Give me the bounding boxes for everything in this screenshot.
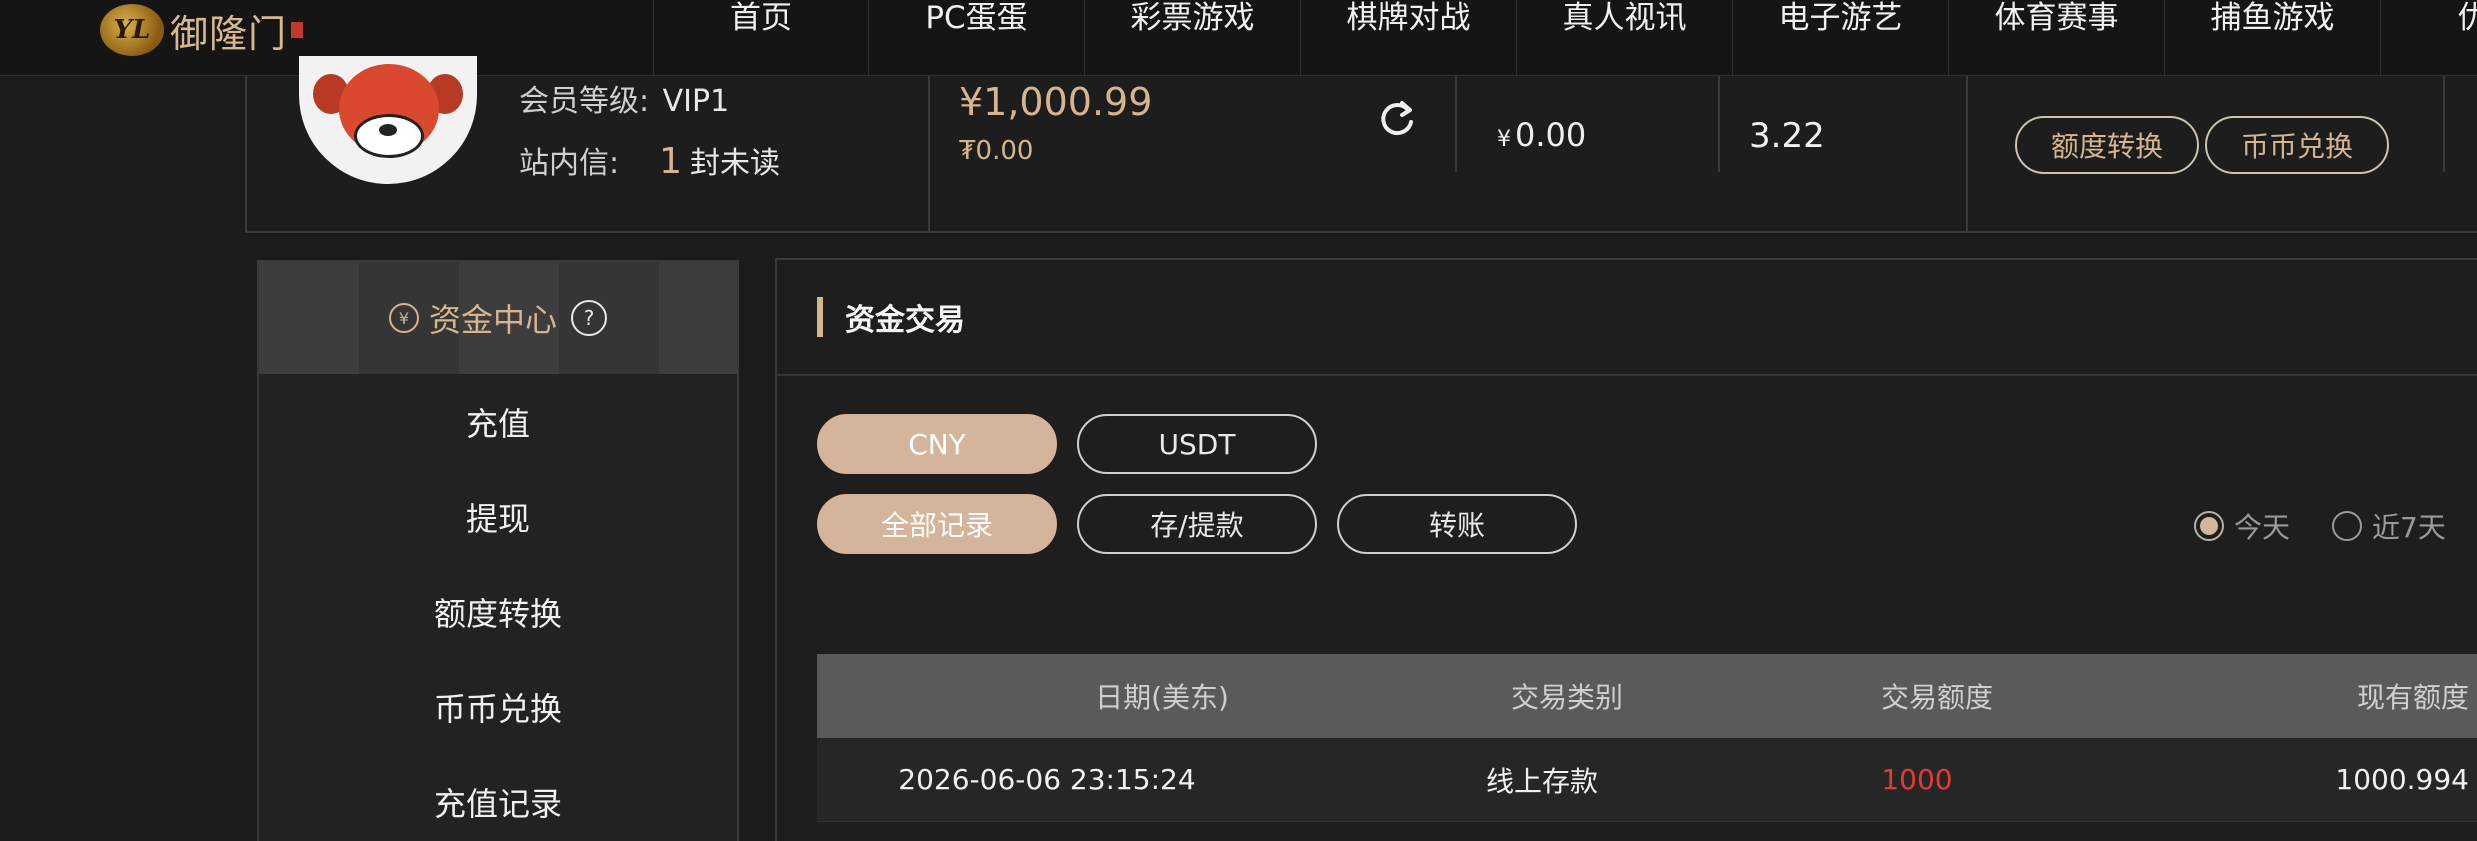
radio-unselected-icon [2332,511,2362,541]
nav-item-lottery[interactable]: 彩票游戏 [1085,0,1301,76]
nav-item-home[interactable]: 首页 [653,0,869,76]
cell-balance: 1000.994 [2335,763,2469,796]
exchange-button[interactable]: 币币兑换 [2205,116,2389,174]
avatar-nose [379,124,397,136]
vip-level: 会员等级: VIP1 [519,76,729,120]
sidebar-item-transfer[interactable]: 额度转换 [259,564,737,659]
table-row: 2026-06-06 23:15:24 线上存款 1000 1000.994 [817,738,2477,822]
nav-menu: 首页 PC蛋蛋 彩票游戏 棋牌对战 真人视讯 电子游艺 体育赛事 捕鱼游戏 优惠 [653,0,2477,76]
sidebar-item-withdraw[interactable]: 提现 [259,469,737,564]
radio-selected-icon [2194,511,2224,541]
title-accent-bar [817,297,823,337]
tab-transfer[interactable]: 转账 [1337,494,1577,554]
page-title: 资金交易 [845,303,965,338]
sidebar-item-deposit[interactable]: 充值 [259,374,737,469]
column-amount: 交易额度 [1880,681,1993,714]
tab-deposit-withdraw[interactable]: 存/提款 [1077,494,1317,554]
nav-item-card-games[interactable]: 棋牌对战 [1301,0,1517,76]
tab-usdt[interactable]: USDT [1077,414,1317,474]
vip-value: VIP1 [662,84,730,119]
yen-icon: ¥ [388,303,419,333]
divider [2443,76,2445,172]
venue-balance: ¥0.00 [1497,116,1586,154]
divider [928,76,930,233]
divider [1966,76,1968,233]
inbox-count: 1 [659,141,683,182]
transfer-button[interactable]: 额度转换 [2015,116,2199,174]
column-date: 日期(美东) [1095,681,1229,714]
sidebar-header: ¥ 资金中心 ? [259,262,737,374]
column-balance: 现有额度 [2356,681,2469,714]
table-header: 日期(美东) 交易类别 交易额度 现有额度 [817,654,2477,738]
sidebar-item-deposit-history[interactable]: 充值记录 [259,754,737,841]
account-summary: 会员等级: VIP1 站内信: 1 封未读 ¥1,000.99 ₮0.00 ¥0… [245,56,2477,233]
range-today[interactable]: 今天 [2194,506,2290,546]
venue-balance-currency: ¥ [1497,127,1511,152]
nav-item-fishing[interactable]: 捕鱼游戏 [2165,0,2381,76]
sidebar-title: 资金中心 [428,301,557,339]
inbox-suffix: 封未读 [690,146,781,181]
usdt-wallet-balance: ₮0.00 [959,136,1034,166]
tab-all-records[interactable]: 全部记录 [817,494,1057,554]
nav-item-live-casino[interactable]: 真人视讯 [1517,0,1733,76]
inbox-status[interactable]: 站内信: 1 封未读 [519,138,780,182]
divider [1455,76,1457,172]
points-balance: 3.22 [1749,116,1825,156]
venue-balance-value: 0.00 [1515,116,1587,154]
range-today-label: 今天 [2234,511,2291,544]
logo-emblem-icon: YL [100,4,164,56]
transactions-panel: 资金交易 CNY USDT 全部记录 存/提款 转账 今天 近7天 日期(美东)… [775,258,2477,841]
column-type: 交易类别 [1510,681,1623,714]
cell-type: 线上存款 [1485,764,1598,798]
refresh-icon[interactable] [1375,96,1419,140]
panel-header: 资金交易 [777,260,2477,376]
nav-item-slots[interactable]: 电子游艺 [1733,0,1949,76]
main-wallet-balance: ¥1,000.99 [959,80,1153,124]
range-7days-label: 近7天 [2372,511,2446,544]
sidebar: ¥ 资金中心 ? 充值 提现 额度转换 币币兑换 充值记录 [257,260,739,841]
inbox-label: 站内信: [519,146,620,181]
avatar[interactable] [299,56,477,184]
sidebar-item-exchange[interactable]: 币币兑换 [259,659,737,754]
cell-date: 2026-06-06 23:15:24 [898,763,1196,796]
divider [1718,76,1720,172]
range-7days[interactable]: 近7天 [2332,506,2446,546]
nav-item-promotions[interactable]: 优惠 [2381,0,2477,76]
vip-label: 会员等级: [519,84,650,119]
help-icon[interactable]: ? [571,300,607,336]
site-logo[interactable]: YL 御隆门 [100,0,304,60]
nav-item-sports[interactable]: 体育赛事 [1949,0,2165,76]
nav-item-pc-egg[interactable]: PC蛋蛋 [869,0,1085,76]
logo-stamp-icon [291,22,304,38]
transactions-table: 日期(美东) 交易类别 交易额度 现有额度 2026-06-06 23:15:2… [817,654,2477,822]
logo-text: 御隆门 [170,11,288,56]
avatar-muzzle [354,114,424,158]
tab-cny[interactable]: CNY [817,414,1057,474]
cell-amount: 1000 [1881,763,1953,796]
